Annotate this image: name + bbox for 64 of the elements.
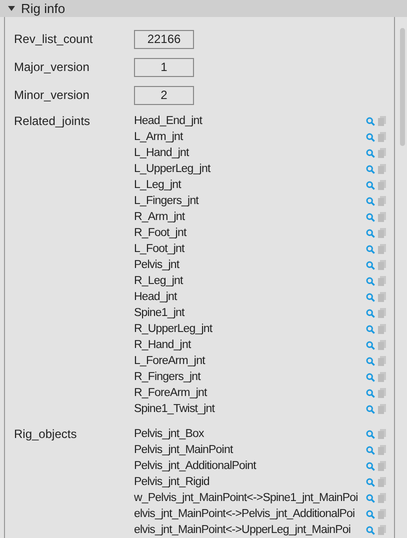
search-icon[interactable] — [366, 446, 375, 454]
list-item[interactable]: Spine1_jnt — [134, 307, 366, 319]
list-item[interactable]: R_Foot_jnt — [134, 227, 366, 239]
search-icon[interactable] — [366, 404, 375, 414]
list-item[interactable]: R_Arm_jnt — [134, 211, 366, 223]
list-item[interactable]: L_ForeArm_jnt — [134, 355, 366, 367]
list-item[interactable]: Head_jnt — [134, 291, 366, 303]
search-icon[interactable] — [366, 462, 375, 470]
list-item[interactable]: Pelvis_jnt — [134, 259, 366, 271]
list-item[interactable]: L_UpperLeg_jnt — [134, 163, 366, 175]
search-icon[interactable] — [366, 388, 375, 398]
list-label: Related_joints — [14, 113, 92, 129]
scrollbar[interactable] — [400, 28, 405, 146]
search-icon[interactable] — [366, 430, 375, 438]
search-icon[interactable] — [366, 260, 375, 270]
list-item[interactable]: w_Pelvis_jnt_MainPoint<->Spine1_jnt_MainPoi — [134, 492, 366, 504]
caret-icon — [8, 5, 15, 12]
search-icon[interactable] — [366, 244, 375, 254]
search-icon[interactable] — [366, 292, 375, 302]
list-item[interactable]: Pelvis_jnt_MainPoint — [134, 444, 366, 456]
list-item[interactable]: Spine1_Twist_jnt — [134, 403, 366, 415]
list-item[interactable]: elvis_jnt_MainPoint<->Pelvis_jnt_AdditionalPoi — [134, 508, 366, 520]
field-label: Rev_list_count — [14, 32, 94, 46]
field-value: 2 — [134, 86, 194, 104]
search-icon[interactable] — [366, 228, 375, 238]
list-item[interactable]: L_Foot_jnt — [134, 243, 366, 255]
list-item[interactable]: L_Leg_jnt — [134, 179, 366, 191]
search-icon[interactable] — [366, 526, 375, 534]
list-item[interactable]: elvis_jnt_MainPoint<->UpperLeg_jnt_MainPoi — [134, 524, 366, 536]
search-icon[interactable] — [366, 372, 375, 382]
search-icon[interactable] — [366, 116, 375, 126]
list-item[interactable]: R_Hand_jnt — [134, 339, 366, 351]
list-item[interactable]: R_Fingers_jnt — [134, 371, 366, 383]
list-item[interactable]: Head_End_jnt — [134, 115, 366, 127]
search-icon[interactable] — [366, 308, 375, 318]
field-label: Minor_version — [14, 88, 90, 102]
list-item[interactable]: Pelvis_jnt_Box — [134, 428, 366, 440]
section-header[interactable]: Rig info — [0, 0, 407, 17]
search-icon[interactable] — [366, 356, 375, 366]
search-icon[interactable] — [366, 132, 375, 142]
list-item[interactable]: R_ForeArm_jnt — [134, 387, 366, 399]
search-icon[interactable] — [366, 212, 375, 222]
search-icon[interactable] — [366, 494, 375, 502]
search-icon[interactable] — [366, 180, 375, 190]
list-item[interactable]: R_UpperLeg_jnt — [134, 323, 366, 335]
field-value: 1 — [134, 58, 194, 76]
search-icon[interactable] — [366, 148, 375, 158]
list-item[interactable]: L_Fingers_jnt — [134, 195, 366, 207]
list-item[interactable]: Pelvis_jnt_AdditionalPoint — [134, 460, 366, 472]
list-item[interactable]: Pelvis_jnt_Rigid — [134, 476, 366, 488]
field-value: 22166 — [134, 30, 194, 48]
search-icon[interactable] — [366, 276, 375, 286]
search-icon[interactable] — [366, 164, 375, 174]
list-item[interactable]: L_Hand_jnt — [134, 147, 366, 159]
search-icon[interactable] — [366, 324, 375, 334]
field-label: Major_version — [14, 60, 90, 74]
search-icon[interactable] — [366, 196, 375, 206]
list-label: Rig_objects — [14, 426, 78, 442]
search-icon[interactable] — [366, 340, 375, 350]
list-item[interactable]: R_Leg_jnt — [134, 275, 366, 287]
list-item[interactable]: L_Arm_jnt — [134, 131, 366, 143]
section-title: Rig info — [21, 1, 66, 16]
search-icon[interactable] — [366, 510, 375, 518]
search-icon[interactable] — [366, 478, 375, 486]
